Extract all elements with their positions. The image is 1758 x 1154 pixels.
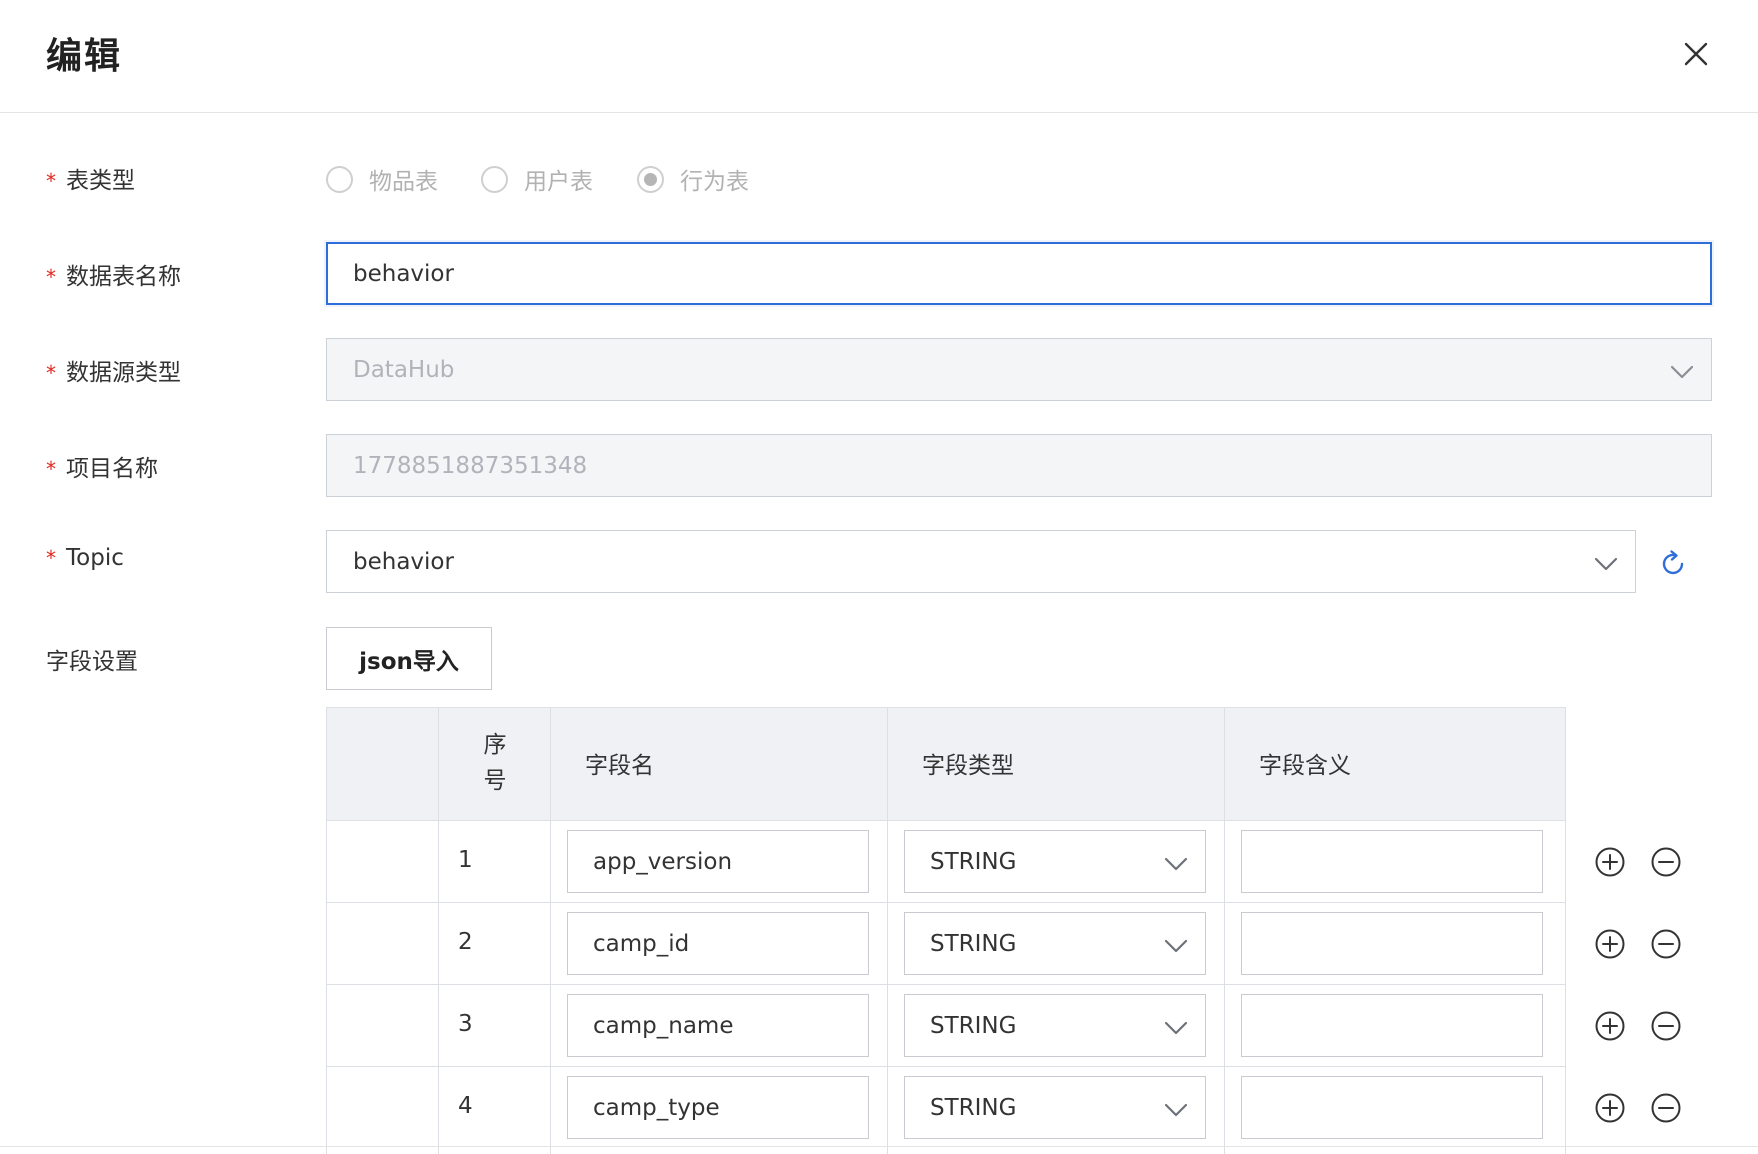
minus-circle-icon[interactable]	[1650, 1010, 1682, 1042]
required-mark: *	[46, 457, 56, 481]
table-row: 1 app_version STRING	[327, 821, 1565, 903]
field-type-select[interactable]: STRING	[904, 830, 1206, 893]
field-type-value: STRING	[930, 930, 1017, 957]
row-index: 4	[458, 1093, 473, 1119]
row-index: 1	[458, 847, 473, 873]
project-name-input[interactable]: 1778851887351348	[326, 434, 1712, 497]
field-meaning-input[interactable]	[1241, 994, 1543, 1057]
field-name-value: camp_id	[593, 930, 690, 957]
chevron-down-icon	[1163, 935, 1189, 953]
table-type-label: * 表类型	[46, 161, 135, 195]
chevron-down-icon	[1163, 1017, 1189, 1035]
topic-value: behavior	[353, 548, 454, 575]
field-settings-label: 字段设置	[46, 649, 138, 675]
radio-behavior-table[interactable]: 行为表	[637, 162, 749, 196]
radio-unchecked-icon	[481, 165, 508, 193]
table-row: 3 camp_name STRING	[327, 985, 1565, 1067]
refresh-icon[interactable]	[1657, 548, 1689, 580]
field-name-input[interactable]: camp_id	[567, 912, 869, 975]
json-import-button[interactable]: json导入	[326, 627, 492, 690]
minus-circle-icon[interactable]	[1650, 1092, 1682, 1124]
radio-unchecked-icon	[326, 165, 353, 193]
project-name-label: * 项目名称	[46, 449, 158, 483]
field-type-value: STRING	[930, 848, 1017, 875]
field-type-value: STRING	[930, 1012, 1017, 1039]
project-name-label-text: 项目名称	[66, 456, 158, 482]
chevron-down-icon	[1163, 1099, 1189, 1117]
required-mark: *	[46, 265, 56, 289]
radio-label: 物品表	[369, 169, 438, 195]
minus-circle-icon[interactable]	[1650, 928, 1682, 960]
header-index: 序 号	[483, 732, 507, 794]
field-type-select[interactable]: STRING	[904, 912, 1206, 975]
table-name-value: behavior	[353, 260, 454, 287]
row-index: 2	[458, 929, 473, 955]
required-mark: *	[46, 169, 56, 193]
divider	[0, 1146, 1758, 1147]
source-type-value: DataHub	[353, 356, 455, 383]
field-name-input[interactable]: app_version	[567, 830, 869, 893]
topic-label: * Topic	[46, 545, 124, 571]
table-row: 4 camp_type STRING	[327, 1067, 1565, 1149]
required-mark: *	[46, 546, 56, 570]
source-type-label-text: 数据源类型	[66, 360, 181, 386]
field-name-value: camp_name	[593, 1012, 734, 1039]
radio-label: 用户表	[524, 169, 593, 195]
field-meaning-input[interactable]	[1241, 912, 1543, 975]
radio-user-table[interactable]: 用户表	[481, 162, 593, 196]
field-type-select[interactable]: STRING	[904, 1076, 1206, 1139]
close-icon[interactable]	[1678, 36, 1714, 72]
table-type-label-text: 表类型	[66, 168, 135, 194]
field-name-value: camp_type	[593, 1094, 720, 1121]
source-type-select[interactable]: DataHub	[326, 338, 1712, 401]
field-meaning-input[interactable]	[1241, 1076, 1543, 1139]
dialog-header: 编辑	[0, 0, 1758, 113]
plus-circle-icon[interactable]	[1594, 928, 1626, 960]
table-name-label: * 数据表名称	[46, 257, 181, 291]
chevron-down-icon	[1669, 361, 1695, 379]
table-row: 2 camp_id STRING	[327, 903, 1565, 985]
radio-item-table[interactable]: 物品表	[326, 162, 438, 196]
row-index: 3	[458, 1011, 473, 1037]
field-table: 序 号 字段名 字段类型 字段含义 1 app_version STRING 2…	[326, 707, 1566, 1154]
dialog-title: 编辑	[46, 36, 123, 77]
source-type-label: * 数据源类型	[46, 353, 181, 387]
header-field-type: 字段类型	[922, 753, 1014, 779]
required-mark: *	[46, 361, 56, 385]
table-name-input[interactable]: behavior	[326, 242, 1712, 305]
chevron-down-icon	[1163, 853, 1189, 871]
field-name-input[interactable]: camp_name	[567, 994, 869, 1057]
header-field-name: 字段名	[585, 753, 654, 779]
minus-circle-icon[interactable]	[1650, 846, 1682, 878]
table-name-label-text: 数据表名称	[66, 264, 181, 290]
topic-select[interactable]: behavior	[326, 530, 1636, 593]
field-name-value: app_version	[593, 848, 733, 875]
header-field-meaning: 字段含义	[1259, 753, 1351, 779]
field-name-input[interactable]: camp_type	[567, 1076, 869, 1139]
field-type-value: STRING	[930, 1094, 1017, 1121]
chevron-down-icon	[1593, 553, 1619, 571]
radio-label: 行为表	[680, 169, 749, 195]
field-meaning-input[interactable]	[1241, 830, 1543, 893]
radio-checked-icon	[637, 165, 664, 193]
plus-circle-icon[interactable]	[1594, 1010, 1626, 1042]
plus-circle-icon[interactable]	[1594, 1092, 1626, 1124]
field-type-select[interactable]: STRING	[904, 994, 1206, 1057]
project-name-value: 1778851887351348	[353, 452, 588, 479]
plus-circle-icon[interactable]	[1594, 846, 1626, 878]
topic-label-text: Topic	[66, 545, 124, 571]
